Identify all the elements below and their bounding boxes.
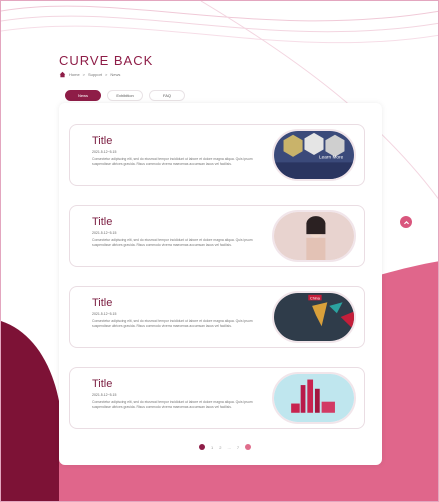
model-portrait-photo (274, 212, 354, 260)
page-7[interactable]: 7 (237, 445, 239, 450)
breadcrumb-separator: > (82, 72, 86, 77)
learn-more-caption: Learn More (319, 155, 344, 160)
news-description: Consectetur adipiscing elit, sed do eius… (92, 400, 253, 409)
news-card[interactable]: Title 2021.5.12~5.15 Consectetur adipisc… (69, 367, 365, 429)
news-date: 2021.5.12~5.15 (92, 150, 117, 154)
news-thumbnail[interactable]: China (272, 291, 356, 343)
china-expo-banner: China (274, 293, 354, 341)
breadcrumb-home[interactable]: Home (69, 72, 80, 77)
tab-bar: News Exhibition FAQ (65, 90, 185, 101)
china-caption: China (310, 297, 321, 301)
breadcrumb-separator: > (105, 72, 108, 77)
news-title[interactable]: Title (92, 378, 112, 390)
tab-exhibition[interactable]: Exhibition (107, 90, 143, 101)
news-card[interactable]: Title 2021.5.12~5.15 Consectetur adipisc… (69, 205, 365, 267)
home-icon[interactable] (59, 71, 66, 78)
news-title[interactable]: Title (92, 297, 112, 309)
breadcrumb-support[interactable]: Support (88, 72, 102, 77)
news-description: Consectetur adipiscing elit, sed do eius… (92, 319, 253, 328)
back-to-top-button[interactable] (400, 216, 412, 228)
page-frame: CURVE BACK Home > Support > News News Ex… (0, 0, 439, 502)
breadcrumb-news: News (110, 72, 121, 77)
cosmetic-bottles-photo (274, 374, 354, 422)
news-thumbnail[interactable] (272, 372, 356, 424)
breadcrumb: Home > Support > News (59, 71, 120, 78)
page-ellipsis: ... (227, 444, 231, 450)
news-date: 2021.5.12~5.15 (92, 393, 117, 397)
news-card[interactable]: Title 2021.5.12~5.15 Consectetur adipisc… (69, 286, 365, 348)
news-date: 2021.5.12~5.15 (92, 231, 117, 235)
tab-faq[interactable]: FAQ (149, 90, 185, 101)
news-description: Consectetur adipiscing elit, sed do eius… (92, 238, 253, 247)
prev-page-button[interactable] (199, 444, 205, 450)
next-page-button[interactable] (245, 444, 252, 450)
pagination: 1 2 ... 7 (199, 444, 252, 450)
brand-logo[interactable]: CURVE BACK (59, 53, 153, 68)
tab-news[interactable]: News (65, 90, 101, 101)
news-date: 2021.5.12~5.15 (92, 312, 117, 316)
news-description: Consectetur adipiscing elit, sed do eius… (92, 157, 253, 166)
news-thumbnail[interactable] (272, 210, 356, 262)
news-panel: Title 2021.5.12~5.15 Consectetur adipisc… (59, 103, 382, 465)
news-thumbnail[interactable]: Learn More (272, 129, 356, 181)
exhibition-photo: Learn More (274, 131, 354, 179)
news-title[interactable]: Title (92, 216, 112, 228)
news-card[interactable]: Title 2021.5.12~5.15 Consectetur adipisc… (69, 124, 365, 186)
news-title[interactable]: Title (92, 135, 112, 147)
page-1[interactable]: 1 (211, 445, 213, 450)
chevron-up-icon (403, 220, 409, 224)
page-2[interactable]: 2 (219, 445, 221, 450)
